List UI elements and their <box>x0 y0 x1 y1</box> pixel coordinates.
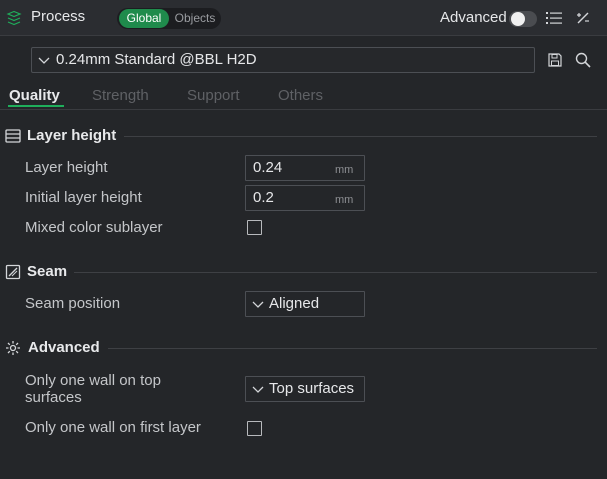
initial-layer-height-unit: mm <box>335 194 354 206</box>
preset-name: 0.24mm Standard @BBL H2D <box>56 51 257 68</box>
section-divider <box>124 136 597 137</box>
seam-position-value: Aligned <box>269 295 320 312</box>
seam-icon <box>5 264 21 280</box>
layer-height-label: Layer height <box>25 159 108 176</box>
only-one-wall-first-layer-checkbox[interactable] <box>247 421 262 436</box>
tab-others[interactable]: Others <box>278 87 323 104</box>
tab-quality[interactable]: Quality <box>9 87 60 104</box>
mixed-color-sublayer-label: Mixed color sublayer <box>25 219 163 236</box>
section-divider <box>74 272 597 273</box>
global-tab-button[interactable]: Global <box>119 9 169 28</box>
toggle-knob <box>511 12 525 26</box>
advanced-mode-label: Advanced <box>440 9 507 26</box>
layer-height-value: 0.24 <box>253 159 283 176</box>
search-icon[interactable] <box>575 52 591 68</box>
active-tab-indicator <box>8 105 64 107</box>
only-one-wall-top-label-line2: surfaces <box>25 389 82 406</box>
process-title: Process <box>31 8 86 25</box>
layer-height-icon <box>5 129 21 143</box>
compare-presets-icon[interactable] <box>575 10 591 26</box>
section-title-layer-height: Layer height <box>27 127 117 144</box>
only-one-wall-first-layer-label: Only one wall on first layer <box>25 419 201 436</box>
tab-strength[interactable]: Strength <box>92 87 149 104</box>
only-one-wall-top-label-line1: Only one wall on top <box>25 372 161 389</box>
layer-height-unit: mm <box>335 164 354 176</box>
section-divider <box>108 348 597 349</box>
mixed-color-sublayer-checkbox[interactable] <box>247 220 262 235</box>
initial-layer-height-label: Initial layer height <box>25 189 142 206</box>
only-one-wall-top-value: Top surfaces <box>269 380 355 397</box>
seam-position-label: Seam position <box>25 295 121 312</box>
objects-tab-button[interactable]: Objects <box>171 9 219 28</box>
save-preset-icon[interactable] <box>548 53 562 67</box>
list-view-icon[interactable] <box>546 11 562 25</box>
initial-layer-height-value: 0.2 <box>253 189 274 206</box>
tabs-divider <box>0 109 607 110</box>
tab-support[interactable]: Support <box>187 87 240 104</box>
advanced-gear-icon <box>6 341 20 355</box>
process-icon <box>6 10 22 26</box>
chevron-down-icon <box>252 301 264 308</box>
chevron-down-icon <box>252 386 264 393</box>
section-title-advanced: Advanced <box>28 339 100 356</box>
chevron-down-icon <box>38 57 50 64</box>
section-title-seam: Seam <box>27 263 68 280</box>
